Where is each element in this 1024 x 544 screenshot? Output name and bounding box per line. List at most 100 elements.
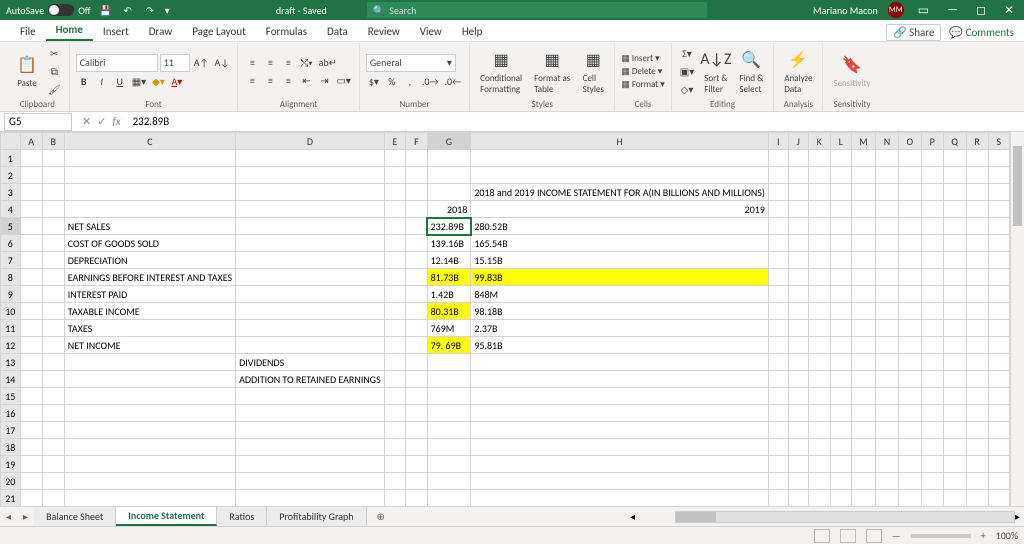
cell-K14[interactable] [808, 371, 830, 388]
cell-F5[interactable] [406, 218, 427, 235]
cell-K17[interactable] [808, 422, 830, 439]
zoom-out-icon[interactable]: — [892, 529, 901, 542]
cell-K3[interactable] [808, 184, 830, 201]
cell-S13[interactable] [988, 354, 1009, 371]
cell-B20[interactable] [42, 473, 64, 490]
cell-H15[interactable] [471, 388, 769, 405]
cell-styles-button[interactable]: ▦Cell Styles [578, 49, 608, 95]
cell-C12[interactable]: NET INCOME [64, 337, 235, 354]
cell-B7[interactable] [42, 252, 64, 269]
cell-K18[interactable] [808, 439, 830, 456]
cell-L7[interactable] [830, 252, 851, 269]
cell-K13[interactable] [808, 354, 830, 371]
cell-D18[interactable] [236, 439, 385, 456]
cell-M16[interactable] [851, 405, 875, 422]
zoom-in-icon[interactable]: + [981, 529, 986, 542]
cell-O19[interactable] [898, 456, 921, 473]
cell-H3[interactable]: 2018 and 2019 INCOME STATEMENT FOR A(IN … [471, 184, 769, 201]
wrap-text-icon[interactable]: ab↵ [317, 55, 339, 71]
row-header-10[interactable]: 10 [1, 303, 21, 320]
cell-C8[interactable]: EARNINGS BEFORE INTEREST AND TAXES [64, 269, 235, 286]
cell-S12[interactable] [988, 337, 1009, 354]
col-header-I[interactable]: I [768, 133, 788, 150]
sheet-nav-next-icon[interactable]: ▸ [17, 510, 34, 523]
cell-L13[interactable] [830, 354, 851, 371]
cell-M11[interactable] [851, 320, 875, 337]
cell-J20[interactable] [788, 473, 808, 490]
cell-P2[interactable] [921, 167, 943, 184]
cell-D7[interactable] [236, 252, 385, 269]
row-header-2[interactable]: 2 [1, 167, 21, 184]
cell-S8[interactable] [988, 269, 1009, 286]
cell-B10[interactable] [42, 303, 64, 320]
clear-icon[interactable]: ◇▾ [678, 82, 696, 98]
fill-color-button[interactable]: ◆▾ [150, 74, 167, 90]
cell-M21[interactable] [851, 490, 875, 507]
cell-F19[interactable] [406, 456, 427, 473]
cell-L20[interactable] [830, 473, 851, 490]
cell-A15[interactable] [20, 388, 42, 405]
user-name[interactable]: Mariano Macon [813, 4, 878, 17]
cell-L3[interactable] [830, 184, 851, 201]
cell-F2[interactable] [406, 167, 427, 184]
cell-G20[interactable] [427, 473, 471, 490]
merge-center-icon[interactable]: ▭▾ [334, 73, 352, 89]
cell-O11[interactable] [898, 320, 921, 337]
cell-L16[interactable] [830, 405, 851, 422]
tab-help[interactable]: Help [452, 25, 493, 41]
col-header-O[interactable]: O [898, 133, 921, 150]
cell-M18[interactable] [851, 439, 875, 456]
cell-I7[interactable] [768, 252, 788, 269]
tab-review[interactable]: Review [358, 25, 410, 41]
cell-P6[interactable] [921, 235, 943, 252]
cell-H11[interactable]: 2.37B [471, 320, 769, 337]
cell-R1[interactable] [966, 150, 988, 167]
cell-D9[interactable] [236, 286, 385, 303]
cell-A5[interactable] [20, 218, 42, 235]
cell-C14[interactable] [64, 371, 235, 388]
cell-B11[interactable] [42, 320, 64, 337]
cell-P21[interactable] [921, 490, 943, 507]
number-format-select[interactable]: General▾ [366, 54, 456, 72]
cell-G1[interactable] [427, 150, 471, 167]
cell-H12[interactable]: 95.81B [471, 337, 769, 354]
cell-I3[interactable] [768, 184, 788, 201]
zoom-level[interactable]: 100% [996, 529, 1018, 542]
cell-Q11[interactable] [943, 320, 966, 337]
cell-P19[interactable] [921, 456, 943, 473]
cell-H20[interactable] [471, 473, 769, 490]
cell-O12[interactable] [898, 337, 921, 354]
cell-N17[interactable] [876, 422, 899, 439]
col-header-S[interactable]: S [988, 133, 1009, 150]
cell-E3[interactable] [384, 184, 406, 201]
cell-B14[interactable] [42, 371, 64, 388]
cell-B5[interactable] [42, 218, 64, 235]
align-top-icon[interactable]: ≡ [244, 55, 260, 71]
cell-N2[interactable] [876, 167, 899, 184]
col-header-G[interactable]: G [427, 133, 471, 150]
cell-F17[interactable] [406, 422, 427, 439]
col-header-A[interactable]: A [20, 133, 42, 150]
cell-N4[interactable] [876, 201, 899, 218]
tab-file[interactable]: File [10, 25, 46, 41]
col-header-J[interactable]: J [788, 133, 808, 150]
cell-S17[interactable] [988, 422, 1009, 439]
cell-R8[interactable] [966, 269, 988, 286]
cell-M10[interactable] [851, 303, 875, 320]
cell-D1[interactable] [236, 150, 385, 167]
cell-C2[interactable] [64, 167, 235, 184]
cell-S7[interactable] [988, 252, 1009, 269]
col-header-Q[interactable]: Q [943, 133, 966, 150]
cell-Q20[interactable] [943, 473, 966, 490]
copy-icon[interactable]: ⧉ [46, 64, 63, 80]
cell-C21[interactable] [64, 490, 235, 507]
cell-I17[interactable] [768, 422, 788, 439]
tab-data[interactable]: Data [317, 25, 358, 41]
cell-O5[interactable] [898, 218, 921, 235]
cell-N1[interactable] [876, 150, 899, 167]
row-header-15[interactable]: 15 [1, 388, 21, 405]
row-header-13[interactable]: 13 [1, 354, 21, 371]
cell-E16[interactable] [384, 405, 406, 422]
cell-J15[interactable] [788, 388, 808, 405]
cell-M17[interactable] [851, 422, 875, 439]
